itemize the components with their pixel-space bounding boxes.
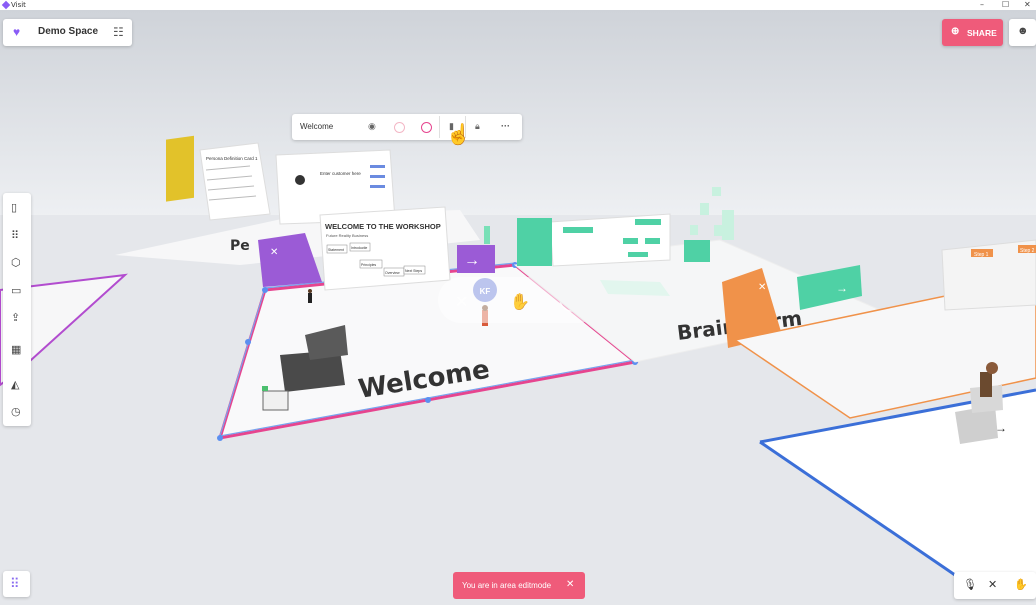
mic-muted-icon: ✕ — [455, 294, 468, 311]
step-1-tag: Step 1 — [974, 252, 989, 258]
step-2-tag: Step 2 — [1020, 248, 1035, 254]
window-title: Visit — [11, 1, 26, 9]
participants-button[interactable]: ☻ — [1009, 19, 1036, 46]
workshop-board[interactable]: WELCOME TO THE WORKSHOP Future Reality B… — [319, 206, 451, 291]
hand-pointer-cursor-icon: ☝ — [446, 124, 471, 146]
color-option-light-pink[interactable] — [394, 122, 405, 133]
timer-icon[interactable]: ◷ — [11, 405, 21, 418]
edit-mode-toast: You are in area editmode ✕ — [453, 572, 585, 599]
brainstorm-board[interactable] — [549, 213, 671, 267]
visibility-eye-icon[interactable]: ◉ — [368, 121, 376, 132]
green-arrow-icon: → — [836, 281, 848, 295]
workshop-title: WELCOME TO THE WORKSHOP — [325, 222, 441, 231]
lock-icon[interactable]: 🔒︎ — [475, 121, 480, 132]
poster-title: Persona Definition Card 1 — [206, 156, 258, 161]
avatar-arrow-icon: → — [995, 421, 1007, 435]
green-cube — [684, 240, 710, 262]
collapse-icon: ✕ — [270, 247, 278, 258]
close-window-button[interactable]: ✕ — [1024, 0, 1031, 9]
toast-message: You are in area editmode — [462, 581, 552, 590]
green-pillar — [517, 218, 552, 266]
orange-pillar-icon: ✕ — [758, 282, 766, 293]
brainstorm-floor-mat — [600, 280, 670, 296]
grid-icon: ⠿ — [10, 576, 20, 591]
color-option-pink[interactable] — [421, 122, 432, 133]
green-plant — [484, 226, 490, 244]
add-person-icon: ⊕ — [951, 26, 960, 37]
avatar-small — [308, 289, 312, 303]
area-icon[interactable]: ◭ — [11, 378, 19, 391]
toolbar-divider — [439, 116, 440, 138]
board-button-overview[interactable]: Overview — [385, 271, 400, 275]
area-name-field[interactable]: Welcome — [300, 122, 333, 131]
maximize-button[interactable]: ☐ — [1002, 0, 1009, 9]
mute-sound-icon[interactable]: ✕ — [988, 578, 997, 591]
visit-logo-icon: ♥ — [13, 25, 21, 39]
space-name: Demo Space — [38, 26, 99, 37]
yellow-pillar — [166, 135, 194, 202]
more-options-icon[interactable]: ··· — [501, 121, 510, 131]
toast-close-icon[interactable]: ✕ — [566, 579, 574, 590]
minimize-button[interactable]: – — [980, 0, 984, 9]
board-button-principles[interactable]: Principles — [361, 263, 376, 267]
hand-icon: ✋ — [510, 292, 530, 311]
board-button-next-steps[interactable]: Next Steps — [405, 269, 422, 273]
window-titlebar: Visit – ☐ ✕ — [0, 0, 1036, 10]
board-button-statement[interactable]: Statement — [328, 248, 344, 252]
space-card[interactable]: ♥ Demo Space ☷ — [3, 19, 132, 46]
presentation-icon[interactable]: ▭ — [11, 284, 21, 297]
page-icon[interactable]: ▯ — [11, 201, 17, 214]
persona-floor-label: Pe — [230, 238, 250, 254]
app-logo-icon — [1, 0, 11, 10]
share-button[interactable]: ⊕ SHARE — [942, 19, 1003, 46]
board-button-intro[interactable]: Introductie — [351, 246, 367, 250]
menu-grid-button[interactable]: ⠿ — [3, 571, 30, 597]
space-settings-icon[interactable]: ☷ — [113, 25, 124, 39]
share-label: SHARE — [967, 28, 997, 38]
3d-scene[interactable]: Persona Definition Card 1 Enter customer… — [0, 10, 1036, 605]
avatar-pose-icon[interactable]: ✋ — [1014, 578, 1028, 591]
upload-icon[interactable]: ⇪ — [11, 311, 20, 324]
apps-icon[interactable]: ⠿ — [11, 229, 19, 242]
microphone-icon[interactable]: 🎙︎ — [963, 578, 977, 591]
left-toolbar: ▯ ⠿ ⬡ ▭ ⇪ ▦ ◭ ◷ — [3, 193, 31, 426]
template-icon[interactable]: ▦ — [11, 343, 21, 356]
customer-board-field: Enter customer here — [320, 171, 361, 176]
arrow-right-icon: → — [464, 252, 480, 269]
area-edit-toolbar: Welcome ◉ ▮ 🔒︎ ··· — [292, 114, 522, 140]
cube-icon[interactable]: ⬡ — [11, 256, 21, 269]
bottom-controls: 🎙︎ ✕ ✋ — [954, 572, 1036, 599]
persona-poster: Persona Definition Card 1 — [199, 142, 271, 221]
people-icon: ☻ — [1017, 25, 1029, 37]
workshop-subtitle: Future Reality Business — [326, 233, 368, 238]
